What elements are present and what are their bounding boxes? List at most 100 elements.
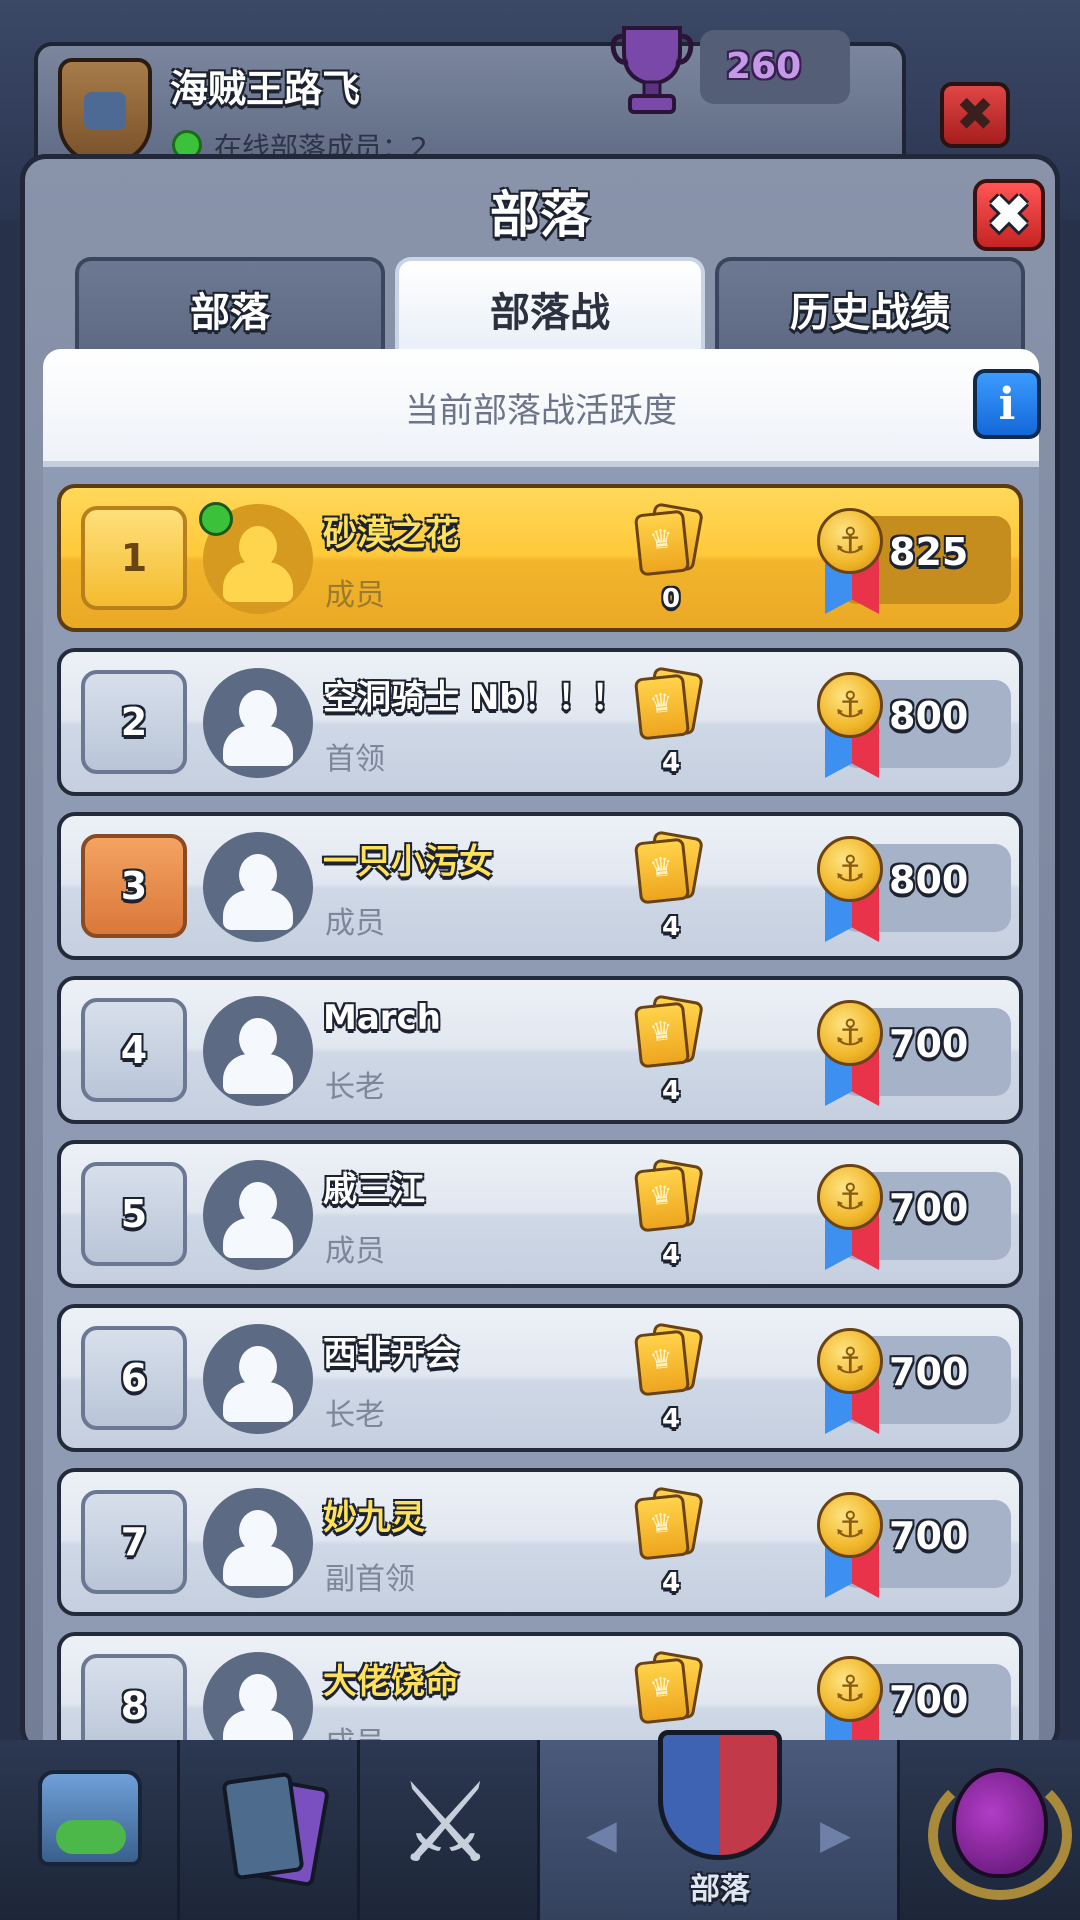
medal-icon: ⚓: [817, 1328, 883, 1394]
war-cards-icon: [631, 994, 711, 1074]
war-cards-icon: [631, 1486, 711, 1566]
left-arrow-icon[interactable]: ◀: [586, 1812, 617, 1858]
nav-clan[interactable]: ◀ ▶ 部落: [540, 1730, 900, 1920]
member-name: 戚三江: [323, 1170, 425, 1210]
nav-cards[interactable]: [180, 1740, 360, 1920]
member-row[interactable]: 2 空洞骑士 Nb！！！ 首领 4 ⚓ 800: [57, 648, 1023, 796]
war-cards-icon: [631, 1322, 711, 1402]
rank-number: 4: [120, 1028, 148, 1072]
member-role: 首领: [325, 742, 385, 777]
crossed-swords-icon: ⚔: [396, 1759, 495, 1887]
rank-badge: 4: [81, 998, 187, 1102]
rank-badge: 7: [81, 1490, 187, 1594]
clan-dialog: 部落 ✖ 部落 部落战 历史战绩 当前部落战活跃度 i 1 砂漠之花 成员 ♛ …: [20, 154, 1060, 1754]
rank-number: 1: [120, 536, 148, 580]
clan-shield-icon: [658, 1730, 782, 1860]
war-points: 700: [889, 1678, 969, 1722]
member-row[interactable]: 8 大佬饶命 成员 4 ⚓ 700: [57, 1632, 1023, 1749]
cards-count: 4: [661, 1404, 681, 1434]
member-name: 妙九灵: [323, 1498, 425, 1538]
tab-clan-label: 部落: [190, 290, 270, 336]
avatar-icon: [203, 1160, 313, 1270]
close-icon: ✖: [986, 183, 1032, 246]
trophy-icon: [610, 26, 694, 114]
war-points: 800: [889, 694, 969, 738]
background-close-button[interactable]: ✖: [940, 82, 1010, 148]
medal-icon: ⚓: [817, 836, 883, 902]
avatar-icon: [203, 1652, 313, 1749]
cards-count: 4: [661, 912, 681, 942]
rank-badge: 1: [81, 506, 187, 610]
member-row[interactable]: 1 砂漠之花 成员 0 ⚓ 825: [57, 484, 1023, 632]
member-name: 空洞骑士 Nb！！！: [323, 678, 626, 718]
info-icon: i: [998, 378, 1016, 430]
nav-clan-label: 部落: [690, 1872, 750, 1907]
rank-number: 2: [120, 700, 148, 744]
member-role: 副首领: [325, 1562, 415, 1597]
war-activity-panel: 当前部落战活跃度 i 1 砂漠之花 成员 0 ⚓ 825 2: [43, 349, 1041, 1749]
rank-badge: 3: [81, 834, 187, 938]
member-row[interactable]: 4 March 长老 4 ⚓ 700: [57, 976, 1023, 1124]
avatar-icon: [203, 1324, 313, 1434]
member-name: 大佬饶命: [323, 1662, 459, 1702]
avatar-icon: [203, 1488, 313, 1598]
member-name: 一只小污女: [323, 842, 493, 882]
war-cards-icon: [631, 1650, 711, 1730]
avatar-icon: [203, 832, 313, 942]
member-row[interactable]: 3 一只小污女 成员 4 ⚓ 800: [57, 812, 1023, 960]
tab-bar: 部落 部落战 历史战绩: [75, 257, 1035, 357]
chest-icon: [38, 1770, 142, 1866]
war-points: 700: [889, 1186, 969, 1230]
rank-number: 3: [120, 864, 148, 908]
tab-history-label: 历史战绩: [790, 290, 950, 336]
rank-badge: 2: [81, 670, 187, 774]
medal-icon: ⚓: [817, 508, 883, 574]
cards-count: 4: [661, 1240, 681, 1270]
online-indicator-icon: [199, 502, 233, 536]
right-arrow-icon[interactable]: ▶: [820, 1812, 851, 1858]
medal-icon: ⚓: [817, 1492, 883, 1558]
war-points: 700: [889, 1514, 969, 1558]
rank-number: 8: [120, 1684, 148, 1728]
elixir-drop-icon: [952, 1768, 1048, 1878]
medal-icon: ⚓: [817, 672, 883, 738]
tab-clan-war-label: 部落战: [490, 290, 610, 336]
tab-clan[interactable]: 部落: [75, 257, 385, 357]
tab-clan-war[interactable]: 部落战: [395, 257, 705, 357]
tab-history[interactable]: 历史战绩: [715, 257, 1025, 357]
war-points: 800: [889, 858, 969, 902]
rank-badge: 5: [81, 1162, 187, 1266]
member-row[interactable]: 7 妙九灵 副首领 4 ⚓ 700: [57, 1468, 1023, 1616]
clan-badge-icon: [58, 58, 152, 164]
rank-badge: 6: [81, 1326, 187, 1430]
war-points: 825: [889, 530, 969, 574]
bottom-navigation: ⚔ ◀ ▶ 部落: [0, 1730, 1080, 1920]
member-role: 长老: [325, 1398, 385, 1433]
medal-icon: ⚓: [817, 1164, 883, 1230]
nav-events[interactable]: [900, 1740, 1080, 1920]
activity-label: 当前部落战活跃度: [405, 391, 677, 431]
member-row[interactable]: 5 戚三江 成员 4 ⚓ 700: [57, 1140, 1023, 1288]
member-row[interactable]: 6 西非开会 长老 4 ⚓ 700: [57, 1304, 1023, 1452]
trophy-count: 260: [726, 46, 802, 87]
close-button[interactable]: ✖: [973, 179, 1045, 251]
info-button[interactable]: i: [973, 369, 1041, 439]
war-cards-icon: [631, 502, 711, 582]
nav-shop[interactable]: [0, 1740, 180, 1920]
cards-count: 4: [661, 1568, 681, 1598]
activity-header: 当前部落战活跃度 i: [43, 349, 1041, 467]
rank-badge: 8: [81, 1654, 187, 1749]
dialog-title: 部落: [490, 186, 590, 244]
medal-icon: ⚓: [817, 1000, 883, 1066]
nav-battle[interactable]: ⚔: [360, 1740, 540, 1920]
war-cards-icon: [631, 666, 711, 746]
clan-name: 海贼王路飞: [170, 67, 361, 111]
medal-icon: ⚓: [817, 1656, 883, 1722]
cards-deck-icon: [220, 1771, 331, 1892]
member-role: 成员: [325, 578, 385, 613]
war-points: 700: [889, 1350, 969, 1394]
rank-number: 5: [120, 1192, 148, 1236]
member-role: 成员: [325, 1234, 385, 1269]
rank-number: 6: [120, 1356, 148, 1400]
avatar-icon: [203, 668, 313, 778]
